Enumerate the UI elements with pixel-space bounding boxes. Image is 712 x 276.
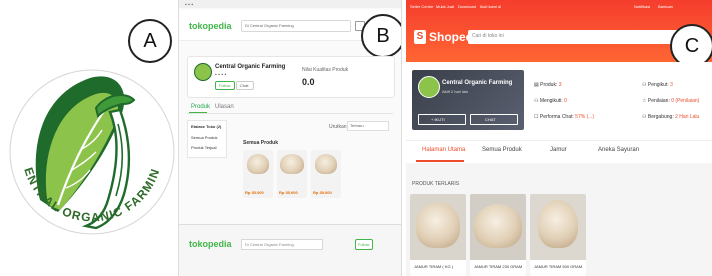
notification-link[interactable]: Notifikasi [634,4,650,9]
tokopedia-sort-select[interactable]: Terbaru [347,121,389,131]
shopee-logo[interactable]: Shopee [429,30,472,44]
tokopedia-product-card[interactable]: Rp 35.000 [311,150,341,198]
tokopedia-logo[interactable]: tokopedia [189,21,232,31]
tokopedia-chat-button[interactable]: Chat [236,81,254,90]
help-link[interactable]: Bantuan [658,4,673,9]
tokopedia-rating-label: Nilai Kualitas Produk [302,67,349,73]
shopee-bag-icon: S [414,30,426,44]
tokopedia-product-card[interactable]: Rp 35.000 [277,150,307,198]
shopee-stat: ▤ Produk: 3 [534,82,562,88]
shopee-product-card[interactable]: JAMUR TIRAM 230 GRAM [470,194,526,276]
tokopedia-search-input[interactable]: Di Central Organic Farming [241,20,351,32]
shopee-tab-home[interactable]: Halaman Utama [422,147,465,153]
etalase-item-terjual[interactable]: Produk Terjual [191,145,217,150]
seller-centre-link[interactable]: Seller Centre [410,4,433,9]
tokopedia-panel: ▪ ▪ ▪ tokopedia Di Central Organic Farmi… [178,0,402,276]
shopee-shop-name: Central Organic Farming [442,80,513,86]
shopee-shop-avatar [418,76,440,98]
shop-avatar [194,63,212,81]
tokopedia-sort-label: Urutkan [329,124,347,130]
shopee-stat: ⚇ Mengikuti: 0 [534,98,567,104]
shopee-stat: ☆ Penilaian: 0 (Penilaian) [642,98,700,104]
tokopedia-follow-button[interactable]: Follow [355,239,373,250]
shopee-tab-all-products[interactable]: Semua Produk [482,147,522,153]
shopee-stat: ☐ Performa Chat: 57% (...) [534,114,595,120]
tokopedia-section-title: Semua Produk [243,140,279,146]
etalase-menu: Etalase Toko (2) Semua Produk Produk Ter… [187,120,227,158]
tokopedia-rating-value: 0.0 [302,77,315,87]
label-b: B [361,14,401,58]
tokopedia-follow-button[interactable]: Follow [215,81,235,90]
shopee-section-title: PRODUK TERLARIS [412,181,460,187]
logo-panel: A CENTRAL ORGANIC FARMING [0,0,178,276]
shopee-follow-button[interactable]: + IKUTI [418,114,466,125]
tokopedia-search-input[interactable]: Di Central Organic Farming [241,239,323,250]
mulai-jual-link[interactable]: Mulai Jual [436,4,454,9]
shopee-search-input[interactable]: Cari di toko ini [468,30,680,44]
shopee-product-card[interactable]: JAMUR TIRAM 500 GRAM [530,194,586,276]
shopee-chat-button[interactable]: CHAT [470,114,518,125]
etalase-item-semua[interactable]: Semua Produk [191,135,217,140]
shopee-stat: ⚇ Pengikut: 3 [642,82,673,88]
tokopedia-shop-card: Central Organic Farming ▪ ▪ ▪ ▪ Follow C… [187,56,395,98]
central-organic-farming-logo: CENTRAL ORGANIC FARMING [0,0,175,235]
tokopedia-tab-produk[interactable]: Produk [191,104,210,110]
download-link[interactable]: Download [458,4,476,9]
shopee-shop-card: Central Organic Farming Aktif 2 hari lal… [412,70,524,130]
tokopedia-tab-ulasan[interactable]: Ulasan [215,104,234,110]
shopee-header: Seller Centre Mulai Jual Download Ikuti … [406,0,712,62]
shopee-tab-jamur[interactable]: Jamur [550,147,567,153]
tokopedia-product-card[interactable]: Rp 35.000 [243,150,273,198]
tokopedia-shop-name: Central Organic Farming [215,64,286,70]
shopee-product-card[interactable]: JAMUR TIRAM ( KG ) [410,194,466,276]
shopee-tab-aneka-sayuran[interactable]: Aneka Sayuran [598,147,639,153]
shopee-stat: ⚇ Bergabung: 2 Hari Lalu [642,114,700,120]
tokopedia-logo[interactable]: tokopedia [189,239,232,249]
follow-us-link[interactable]: Ikuti kami di [480,4,501,9]
shopee-panel: Seller Centre Mulai Jual Download Ikuti … [406,0,712,276]
